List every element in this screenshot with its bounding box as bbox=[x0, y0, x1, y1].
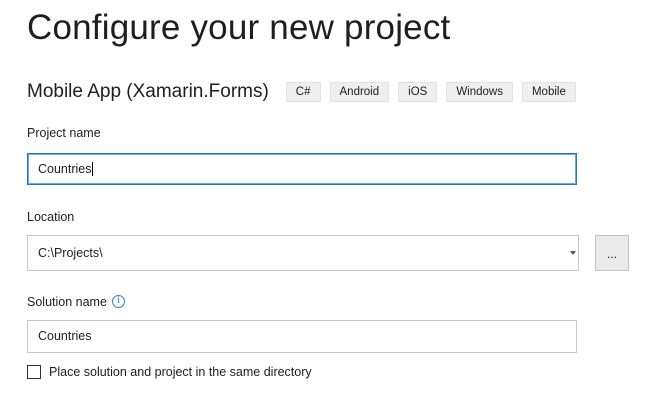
solution-name-label: Solution name bbox=[27, 295, 107, 309]
location-label: Location bbox=[27, 210, 75, 224]
location-value: C:\Projects\ bbox=[38, 246, 103, 260]
tag-csharp: C# bbox=[285, 82, 321, 102]
browse-location-button[interactable]: ... bbox=[595, 235, 629, 271]
location-combobox[interactable]: C:\Projects\ bbox=[27, 235, 579, 271]
same-directory-checkbox[interactable] bbox=[27, 365, 41, 379]
configure-project-page: Configure your new project Mobile App (X… bbox=[0, 0, 667, 397]
tag-windows: Windows bbox=[446, 82, 513, 102]
project-name-input[interactable]: Countries bbox=[27, 153, 577, 185]
solution-name-value: Countries bbox=[38, 329, 92, 343]
text-caret bbox=[91, 161, 93, 176]
tag-mobile: Mobile bbox=[521, 82, 576, 102]
project-name-label: Project name bbox=[27, 126, 101, 140]
solution-name-input[interactable]: Countries bbox=[27, 320, 577, 353]
info-icon[interactable]: i bbox=[111, 295, 125, 309]
tag-android: Android bbox=[329, 82, 390, 102]
template-header: Mobile App (Xamarin.Forms) C# Android iO… bbox=[27, 80, 585, 104]
same-directory-option[interactable]: Place solution and project in the same d… bbox=[27, 363, 312, 381]
tag-ios: iOS bbox=[398, 82, 438, 102]
template-name: Mobile App (Xamarin.Forms) bbox=[27, 81, 269, 102]
project-name-value: Countries bbox=[38, 162, 92, 176]
chevron-down-icon[interactable] bbox=[570, 251, 576, 255]
same-directory-label[interactable]: Place solution and project in the same d… bbox=[49, 363, 312, 381]
solution-name-label-row: Solution name i bbox=[27, 294, 125, 310]
page-title: Configure your new project bbox=[27, 8, 451, 47]
